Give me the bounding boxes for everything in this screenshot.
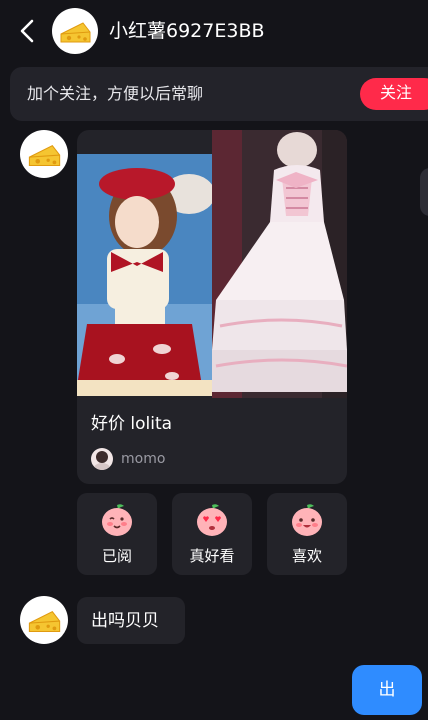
- message-text: 出吗贝贝: [91, 611, 159, 631]
- sender-avatar[interactable]: [20, 596, 68, 644]
- contact-name: 小红薯6927E3BB: [109, 20, 265, 42]
- reaction-like-label: 喜欢: [291, 548, 322, 565]
- white-lolita-dress-photo: [212, 130, 347, 398]
- peach-heart-eyes-icon: [197, 504, 227, 536]
- post-author-name: momo: [121, 451, 166, 467]
- reaction-read-button[interactable]: 已阅: [77, 493, 157, 575]
- chevron-left-icon[interactable]: [16, 18, 40, 44]
- cheese-avatar-icon: [28, 610, 61, 632]
- follow-button[interactable]: 关注: [360, 78, 428, 110]
- side-drawer-handle[interactable]: [420, 168, 428, 216]
- contact-avatar[interactable]: [52, 8, 98, 54]
- shared-post-card[interactable]: 好价 lolita momo: [77, 130, 347, 484]
- reaction-pretty-label: 真好看: [189, 548, 235, 565]
- peach-wink-icon: [102, 504, 132, 536]
- reaction-pretty-button[interactable]: 真好看: [172, 493, 252, 575]
- sender-avatar[interactable]: [20, 130, 68, 178]
- cheese-avatar-icon: [60, 22, 91, 43]
- reaction-read-label: 已阅: [101, 548, 132, 565]
- red-lolita-dress-photo: [77, 154, 212, 396]
- follow-banner: 加个关注，方便以后常聊 关注: [10, 67, 428, 121]
- peach-smile-icon: [292, 504, 322, 536]
- reaction-like-button[interactable]: 喜欢: [267, 493, 347, 575]
- send-button[interactable]: 出: [352, 665, 422, 715]
- post-author-avatar: [91, 448, 113, 470]
- post-title: 好价 lolita: [91, 414, 173, 434]
- cheese-avatar-icon: [28, 144, 61, 166]
- follow-prompt-text: 加个关注，方便以后常聊: [27, 84, 204, 103]
- incoming-message-bubble[interactable]: 出吗贝贝: [77, 597, 185, 644]
- chat-header: 小红薯6927E3BB: [0, 0, 428, 62]
